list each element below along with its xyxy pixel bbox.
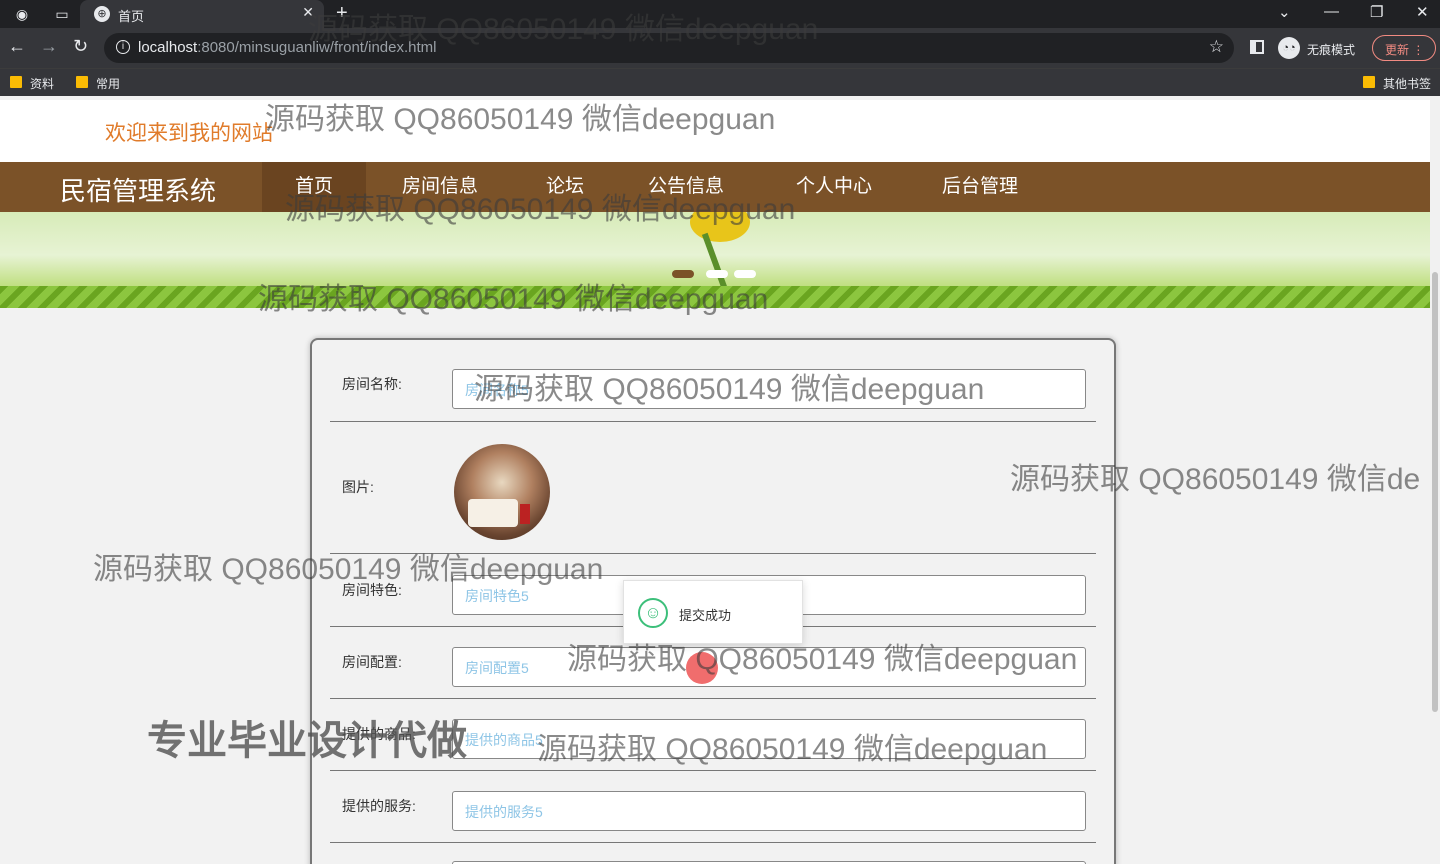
bookmark-folder-1[interactable]: 常用 — [76, 75, 120, 92]
minimize-icon[interactable]: — — [1324, 3, 1339, 20]
tab-search-icon[interactable]: ▭ — [54, 6, 70, 22]
bookmark-folder-0[interactable]: 资料 — [10, 75, 54, 92]
welcome-text: 欢迎来到我的网站 — [105, 122, 273, 145]
watermark: 源码获取 QQ86050149 微信deepguan — [93, 553, 604, 586]
promo-watermark: 专业毕业设计代做 — [147, 719, 467, 763]
update-button[interactable]: 更新 ⋮ — [1372, 35, 1436, 61]
reload-icon[interactable]: ↻ — [73, 36, 88, 57]
bookmark-star-icon[interactable]: ☆ — [1209, 37, 1224, 57]
row-divider — [330, 842, 1096, 843]
toast-message: 提交成功 — [679, 608, 732, 623]
nav-profile[interactable]: 个人中心 — [780, 162, 888, 212]
row-divider — [330, 698, 1096, 699]
row-divider — [330, 421, 1096, 422]
globe-icon: ⊕ — [94, 6, 110, 22]
nav-admin[interactable]: 后台管理 — [926, 162, 1034, 212]
bed-shape — [468, 499, 518, 527]
browser-profile-icon[interactable]: ◉ — [14, 6, 30, 22]
room-photo[interactable] — [454, 444, 550, 540]
watermark: 源码获取 QQ86050149 微信deepguan — [474, 373, 985, 406]
incognito-label: 无痕模式 — [1307, 43, 1356, 57]
watermark: 源码获取 QQ86050149 微信deepguan — [537, 733, 1048, 766]
side-panel-icon[interactable] — [1250, 40, 1264, 54]
browser-tab-active[interactable]: ⊕ 首页 ✕ — [80, 0, 324, 28]
page-scrollbar[interactable] — [1430, 100, 1440, 864]
tab-title: 首页 — [118, 9, 145, 24]
window-close-icon[interactable]: ✕ — [1416, 3, 1429, 21]
room-config-label: 房间配置: — [342, 654, 402, 670]
forward-icon[interactable]: → — [40, 36, 58, 57]
services-label: 提供的服务: — [342, 798, 416, 814]
watermark: 源码获取 QQ86050149 微信deepguan — [285, 193, 796, 226]
watermark: 源码获取 QQ86050149 微信deepguan — [567, 643, 1078, 676]
tab-list-icon[interactable]: ⌄ — [1278, 3, 1291, 21]
site-brand: 民宿管理系统 — [60, 176, 217, 206]
watermark: 源码获取 QQ86050149 微信de — [1010, 463, 1421, 496]
scrollbar-thumb[interactable] — [1432, 272, 1438, 712]
site-info-icon[interactable]: i — [116, 40, 130, 54]
incognito-icon: ◔◔ — [1278, 37, 1300, 59]
bookmarks-bar: 资料 常用 其他书签 — [0, 68, 1440, 96]
chair-shape — [520, 504, 530, 524]
other-bookmarks[interactable]: 其他书签 — [1363, 75, 1431, 92]
restore-icon[interactable]: ❐ — [1370, 3, 1383, 21]
watermark: 源码获取 QQ86050149 微信deepguan — [308, 13, 819, 46]
room-name-label: 房间名称: — [342, 376, 402, 392]
services-input[interactable]: 提供的服务5 — [452, 791, 1086, 831]
image-label: 图片: — [342, 479, 374, 495]
watermark: 源码获取 QQ86050149 微信deepguan — [258, 283, 769, 316]
watermark: 源码获取 QQ86050149 微信deepguan — [265, 103, 776, 136]
back-icon[interactable]: ← — [8, 36, 26, 57]
row-divider — [330, 770, 1096, 771]
smile-icon: ☺ — [638, 598, 668, 628]
